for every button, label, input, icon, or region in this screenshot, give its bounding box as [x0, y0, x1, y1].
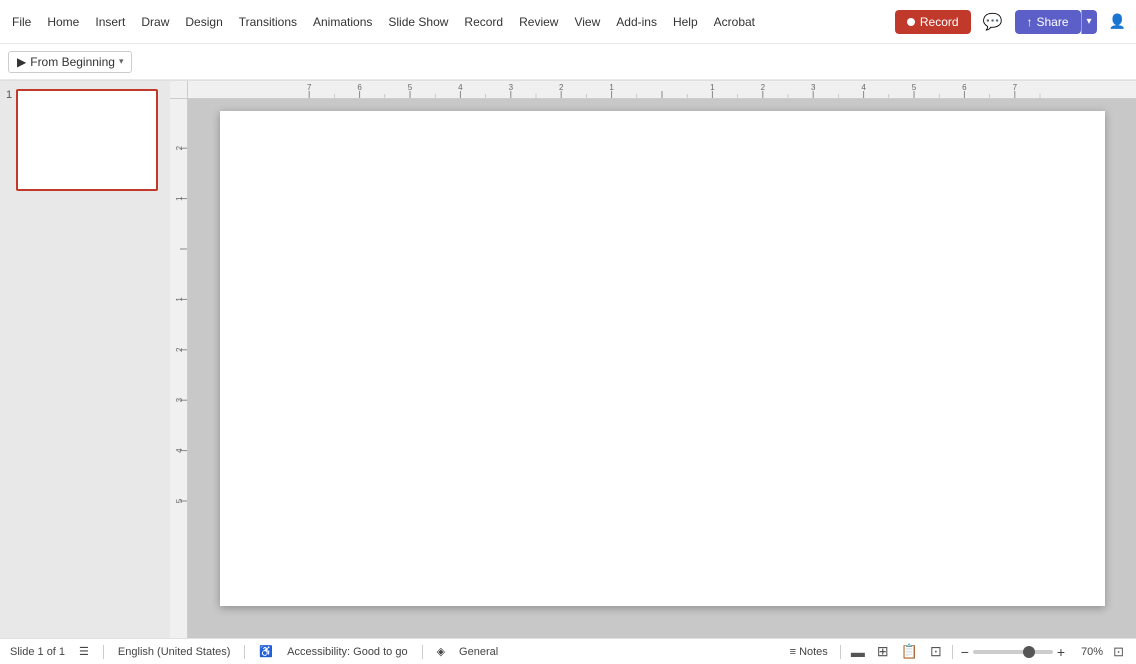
normal-view-icon[interactable]: ▬: [849, 642, 867, 662]
v-and-slide: 2 1 1 2 3 4 5: [170, 99, 1136, 638]
vertical-ruler: 2 1 1 2 3 4 5: [170, 99, 188, 638]
from-beginning-label: From Beginning: [30, 55, 115, 69]
ribbon-container: File Home Insert Draw Design Transitions…: [0, 0, 1136, 81]
share-dropdown-button[interactable]: ▾: [1081, 10, 1097, 34]
svg-text:6: 6: [357, 83, 362, 92]
menu-draw[interactable]: Draw: [133, 11, 177, 33]
svg-text:4: 4: [861, 83, 866, 92]
accessibility-icon: ♿: [259, 645, 273, 658]
design-icon: ◈: [437, 645, 445, 658]
slide-info: Slide 1 of 1: [10, 646, 65, 658]
menu-animations[interactable]: Animations: [305, 11, 380, 33]
record-dot-icon: [907, 18, 915, 26]
menu-help[interactable]: Help: [665, 11, 706, 33]
status-separator-3: [422, 645, 423, 659]
record-button-label: Record: [920, 15, 959, 29]
share-group: ↑ Share ▾: [1015, 10, 1097, 34]
record-button[interactable]: Record: [895, 10, 971, 34]
status-separator-2: [244, 645, 245, 659]
menu-addins[interactable]: Add-ins: [608, 11, 665, 33]
menu-design[interactable]: Design: [177, 11, 230, 33]
menu-home[interactable]: Home: [39, 11, 87, 33]
presenter-view-icon[interactable]: ⊡: [928, 641, 944, 662]
from-beginning-dropdown-icon: ▾: [119, 56, 124, 67]
accessibility-label[interactable]: Accessibility: Good to go: [287, 646, 407, 658]
menu-bar-right: Record 💬 ↑ Share ▾ 👤: [895, 8, 1132, 36]
profile-icon: 👤: [1109, 13, 1126, 29]
editor-area: 7 6 5 4 3 2 1 1 2 3 4 5 6 7 2 1 1 2 3 4 5: [170, 81, 1136, 638]
svg-text:5: 5: [408, 83, 413, 92]
svg-text:2: 2: [761, 83, 766, 92]
svg-text:5: 5: [912, 83, 917, 92]
svg-text:3: 3: [509, 83, 514, 92]
share-button[interactable]: ↑ Share: [1015, 10, 1081, 34]
svg-text:1: 1: [175, 297, 184, 302]
outline-view-icon[interactable]: ☰: [79, 645, 89, 658]
design-label[interactable]: General: [459, 646, 498, 658]
status-separator-5: [952, 645, 953, 659]
status-separator-1: [103, 645, 104, 659]
svg-text:1: 1: [175, 196, 184, 201]
svg-text:2: 2: [559, 83, 564, 92]
menu-file[interactable]: File: [4, 11, 39, 33]
language-indicator[interactable]: English (United States): [118, 646, 231, 658]
menu-insert[interactable]: Insert: [87, 11, 133, 33]
svg-text:3: 3: [175, 397, 184, 402]
slide-canvas-area[interactable]: [188, 99, 1136, 638]
slide-thumbnail-1[interactable]: [16, 89, 158, 191]
svg-text:7: 7: [1013, 83, 1018, 92]
status-right: ≡ Notes ▬ ⊞ 📋 ⊡ − + 70% ⊡: [786, 641, 1126, 662]
zoom-minus-icon[interactable]: −: [961, 644, 969, 660]
svg-text:2: 2: [175, 347, 184, 352]
share-button-label: Share: [1037, 15, 1069, 29]
slideshow-icon: ▶: [17, 55, 26, 69]
zoom-thumb: [1023, 646, 1035, 658]
menu-bar: File Home Insert Draw Design Transitions…: [0, 0, 1136, 44]
notes-button[interactable]: ≡ Notes: [786, 644, 832, 660]
zoom-plus-icon[interactable]: +: [1057, 644, 1065, 660]
svg-text:5: 5: [175, 498, 184, 503]
comment-icon: 💬: [983, 14, 1003, 31]
notes-label: Notes: [799, 646, 828, 658]
fit-to-window-icon[interactable]: ⊡: [1111, 642, 1126, 662]
slide-sorter-icon[interactable]: ⊞: [875, 641, 891, 662]
svg-text:4: 4: [175, 448, 184, 453]
svg-text:1: 1: [609, 83, 614, 92]
slide-number-1: 1: [6, 89, 12, 101]
status-bar: Slide 1 of 1 ☰ English (United States) ♿…: [0, 638, 1136, 664]
zoom-slider-container: − +: [961, 644, 1065, 660]
svg-text:7: 7: [307, 83, 312, 92]
svg-text:3: 3: [811, 83, 816, 92]
reading-view-icon[interactable]: 📋: [899, 641, 920, 662]
profile-button[interactable]: 👤: [1103, 9, 1132, 35]
menu-transitions[interactable]: Transitions: [231, 11, 305, 33]
status-separator-4: [840, 645, 841, 659]
h-ruler-row: 7 6 5 4 3 2 1 1 2 3 4 5 6 7: [170, 81, 1136, 99]
slide-panel: 1: [0, 81, 170, 638]
menu-view[interactable]: View: [566, 11, 608, 33]
zoom-slider[interactable]: [973, 650, 1053, 654]
svg-text:6: 6: [962, 83, 967, 92]
main-area: 1 7 6 5 4 3 2 1 1 2 3 4 5 6 7 2 1 1 2 3 4 5: [0, 81, 1136, 638]
share-icon: ↑: [1027, 15, 1033, 29]
notes-icon: ≡: [790, 646, 796, 658]
zoom-level[interactable]: 70%: [1073, 646, 1103, 658]
slide-canvas[interactable]: [220, 111, 1105, 606]
comment-button[interactable]: 💬: [977, 8, 1009, 36]
menu-review[interactable]: Review: [511, 11, 566, 33]
status-left: Slide 1 of 1 ☰ English (United States) ♿…: [10, 645, 498, 659]
horizontal-ruler: 7 6 5 4 3 2 1 1 2 3 4 5 6 7: [188, 81, 1136, 99]
from-beginning-button[interactable]: ▶ From Beginning ▾: [8, 51, 132, 73]
h-ruler-svg: 7 6 5 4 3 2 1 1 2 3 4 5 6 7: [188, 81, 1136, 98]
svg-text:1: 1: [710, 83, 715, 92]
v-ruler-svg: 2 1 1 2 3 4 5: [170, 99, 188, 638]
menu-acrobat[interactable]: Acrobat: [706, 11, 763, 33]
menu-record[interactable]: Record: [456, 11, 511, 33]
svg-text:4: 4: [458, 83, 463, 92]
svg-text:2: 2: [175, 145, 184, 150]
corner-ruler: [170, 81, 188, 99]
slide-item-1[interactable]: 1: [6, 89, 164, 191]
toolbar: ▶ From Beginning ▾: [0, 44, 1136, 80]
menu-slideshow[interactable]: Slide Show: [380, 11, 456, 33]
